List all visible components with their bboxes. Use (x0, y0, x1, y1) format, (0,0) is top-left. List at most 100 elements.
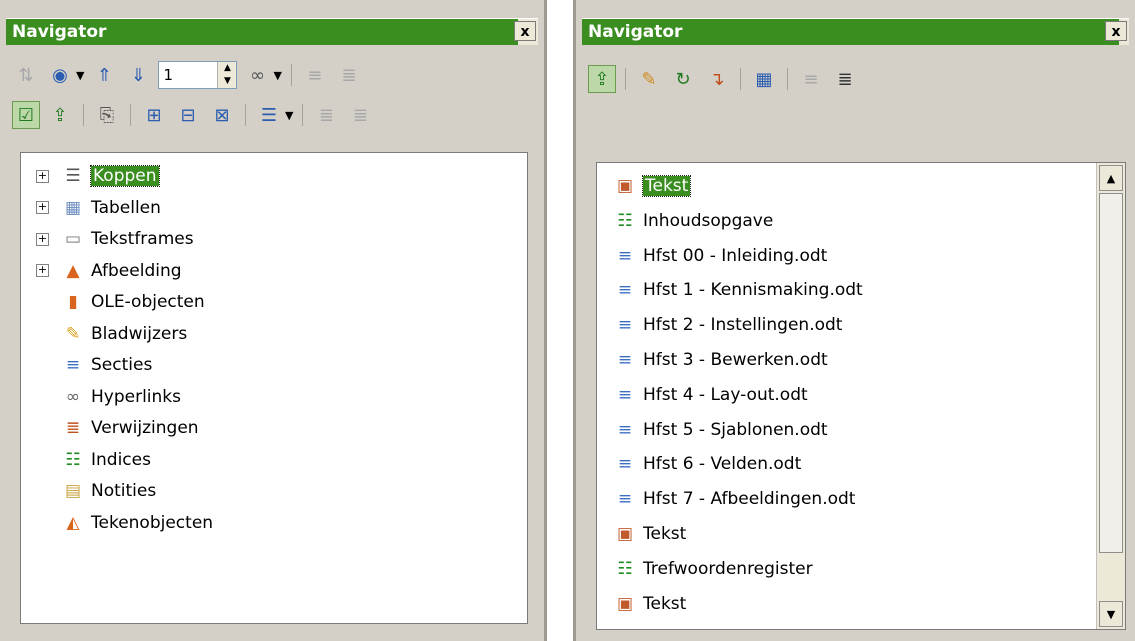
page-number-input[interactable] (159, 62, 218, 88)
page-number-stepper[interactable]: ▲ ▼ (158, 61, 238, 89)
scroll-up-icon[interactable]: ▲ (1099, 165, 1123, 191)
toolbar-row-1: ⇅ ◉ ▼ ⇑ ⇓ ▲ ▼ ∞ ▼ ≡ ≣ (12, 60, 363, 90)
drawing-icon: ◭ (66, 512, 80, 533)
tree-item[interactable]: + ☰ Koppen (21, 161, 160, 191)
navigation-icon[interactable]: ◉ (46, 61, 74, 89)
text-image-icon: ▣ (616, 593, 634, 614)
reminder-icon[interactable]: ⎘ (93, 101, 121, 129)
expand-icon[interactable]: + (36, 201, 49, 214)
index-icon: ☷ (617, 210, 633, 231)
toggle-icon[interactable]: ⇪ (588, 65, 616, 93)
edit-icon[interactable]: ✎ (635, 65, 663, 93)
tree-item[interactable]: + ▦ Tabellen (21, 193, 161, 223)
text-image-icon: ▣ (616, 176, 634, 196)
tree-item[interactable]: ≣ Verwijzingen (21, 413, 199, 443)
spin-up-icon[interactable]: ▲ (218, 62, 236, 75)
tree-item-label: Tabellen (91, 197, 161, 218)
next-icon[interactable]: ⇓ (124, 61, 152, 89)
tree-item-label: Hyperlinks (91, 386, 182, 407)
index-icon: ☷ (65, 449, 81, 470)
close-button[interactable]: x (1105, 21, 1127, 41)
anchor-icon[interactable]: ⊠ (208, 101, 236, 129)
table-icon: ▦ (64, 197, 82, 218)
tree-item[interactable]: + ▭ Tekstframes (21, 224, 194, 254)
ole-chart-icon: ▮ (68, 292, 78, 312)
close-button[interactable]: x (514, 21, 536, 41)
tree-item[interactable]: ◭ Tekenobjecten (21, 508, 213, 538)
drag-mode-icon[interactable]: ∞ (243, 61, 271, 89)
save-contents-icon[interactable]: ▦ (750, 65, 778, 93)
tree-item[interactable]: ☷ Indices (21, 445, 151, 475)
section-icon: ≡ (617, 489, 633, 510)
tree-item[interactable]: ☷ Trefwoordenregister (597, 554, 812, 584)
separator (740, 68, 741, 90)
tree-item[interactable]: ✎ Bladwijzers (21, 319, 187, 349)
footer-icon[interactable]: ⊟ (174, 101, 202, 129)
tree-item[interactable]: ≡ Hfst 6 - Velden.odt (597, 449, 801, 479)
chevron-down-icon[interactable]: ▼ (285, 109, 293, 122)
section-icon: ≡ (617, 454, 633, 475)
tree-item-label: Tekst (641, 175, 692, 197)
expand-icon[interactable]: + (36, 264, 49, 277)
panel-title: Navigator (6, 19, 518, 45)
tree-item-label: Hfst 00 - Inleiding.odt (643, 245, 828, 266)
tree-item[interactable]: ▣ Tekst (597, 589, 686, 619)
tree-item[interactable]: ≡ Hfst 7 - Afbeeldingen.odt (597, 484, 856, 514)
tree-item[interactable]: ≡ Hfst 5 - Sjablonen.odt (597, 415, 828, 445)
tree-item[interactable]: ≡ Hfst 00 - Inleiding.odt (597, 241, 827, 271)
list-box-on-icon[interactable]: ☑ (12, 101, 40, 129)
previous-icon[interactable]: ⇑ (90, 61, 118, 89)
pushpin-icon: ✎ (65, 323, 81, 344)
tree-item[interactable]: ▤ Notities (21, 476, 156, 506)
demote-level-icon[interactable]: ≣ (335, 61, 363, 89)
update-icon[interactable]: ↻ (669, 65, 697, 93)
tree-item[interactable]: ▣ Tekst (597, 171, 692, 201)
separator (787, 68, 788, 90)
tree-item[interactable]: ▮ OLE-objecten (21, 287, 204, 317)
tree-item-label: Hfst 2 - Instellingen.odt (643, 315, 843, 336)
promote-chapter-icon[interactable]: ≣ (312, 101, 340, 129)
demote-chapter-icon[interactable]: ≣ (346, 101, 374, 129)
section-icon: ≡ (617, 245, 633, 266)
tree-item[interactable]: ☷ Inhoudsopgave (597, 206, 773, 236)
tree-item[interactable]: ≡ Hfst 1 - Kennismaking.odt (597, 275, 863, 305)
spin-down-icon[interactable]: ▼ (218, 75, 236, 88)
tree-item-label: Afbeelding (91, 260, 182, 281)
toolbar-row-1: ⇪ ✎ ↻ ↴ ▦ ≡ ≣ (588, 64, 859, 94)
insert-icon[interactable]: ↴ (703, 65, 731, 93)
move-down-icon[interactable]: ≣ (831, 65, 859, 93)
expand-icon[interactable]: + (36, 232, 49, 246)
tree-item[interactable]: ∞ Hyperlinks (21, 382, 181, 412)
section-icon: ≡ (617, 350, 633, 370)
tree-item-label: Hfst 5 - Sjablonen.odt (643, 419, 828, 440)
tree-item-label: Indices (91, 449, 151, 470)
expand-icon[interactable]: + (36, 169, 49, 183)
heading-levels-icon[interactable]: ☰ (255, 101, 283, 129)
content-tree[interactable]: + ☰ Koppen + ▦ Tabellen + ▭ Tekstframes + ▲ Afbeeld… (20, 152, 528, 624)
content-view-icon[interactable]: ⇪ (46, 101, 74, 129)
tree-item[interactable]: ≡ Secties (21, 350, 152, 380)
chevron-down-icon[interactable]: ▼ (76, 69, 84, 82)
vertical-scrollbar[interactable]: ▲ ▼ (1096, 163, 1125, 629)
section-icon: ≡ (617, 419, 633, 440)
move-up-icon[interactable]: ≡ (797, 65, 825, 93)
index-icon: ☷ (617, 558, 633, 579)
scroll-down-icon[interactable]: ▼ (1099, 601, 1123, 627)
tree-item-label: Tekst (643, 593, 687, 614)
tree-item[interactable]: ≡ Hfst 2 - Instellingen.odt (597, 310, 843, 340)
header-icon[interactable]: ⊞ (140, 101, 168, 129)
title-bar: Navigator x (6, 18, 538, 45)
promote-level-icon[interactable]: ≡ (301, 61, 329, 89)
scroll-thumb[interactable] (1099, 193, 1123, 553)
tree-item[interactable]: ≡ Hfst 3 - Bewerken.odt (597, 345, 828, 375)
tree-item-label: Hfst 6 - Velden.odt (643, 454, 802, 475)
section-icon: ≡ (617, 384, 633, 405)
separator (245, 104, 246, 126)
tree-item[interactable]: ≡ Hfst 4 - Lay-out.odt (597, 380, 808, 410)
tree-item[interactable]: ▣ Tekst (597, 519, 686, 549)
tree-item[interactable]: + ▲ Afbeelding (21, 256, 182, 286)
separator (302, 104, 304, 126)
chevron-down-icon[interactable]: ▼ (273, 69, 281, 82)
toggle-icon[interactable]: ⇅ (12, 61, 40, 89)
global-document-tree[interactable]: ▲ ▼ ▣ Tekst ☷ Inhoudsopgave ≡ Hfst 00 - Inlei… (596, 162, 1126, 630)
